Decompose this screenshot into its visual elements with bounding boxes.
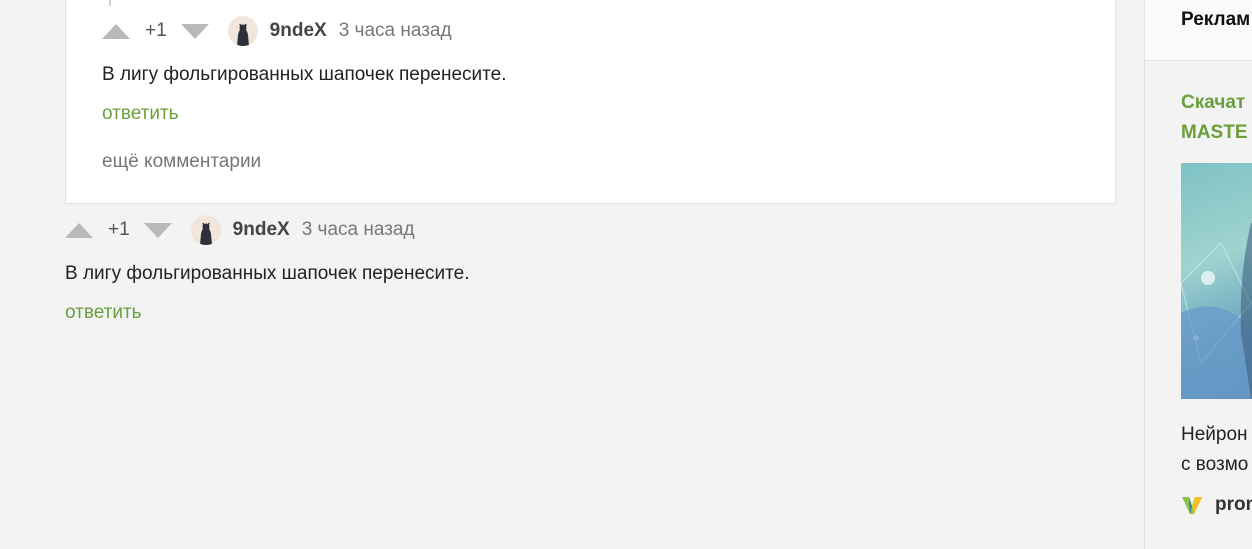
comment-meta: +1 9ndeX 3 часа назад (65, 214, 415, 246)
ad-description: Нейрон с возмо (1181, 420, 1248, 480)
comment-time[interactable]: 3 часа назад (302, 219, 415, 241)
brand-logo-icon (1182, 497, 1202, 514)
reply-link[interactable]: ответить (102, 103, 179, 125)
comment-rating: +1 (145, 20, 167, 41)
comment-author[interactable]: 9ndeX (233, 219, 290, 241)
thread-line (109, 0, 111, 6)
comment-rating: +1 (108, 219, 130, 240)
ad-title-line: Скачат (1181, 92, 1246, 113)
comment-author[interactable]: 9ndeX (270, 20, 327, 42)
upvote-icon[interactable] (65, 222, 93, 238)
avatar[interactable] (227, 16, 258, 46)
sidebar: Реклам Скачат MASTE Нейрон с возмо prom (1144, 0, 1252, 549)
comment-text: В лигу фольгированных шапочек перенесите… (65, 263, 470, 284)
ad-header: Реклам (1145, 0, 1252, 61)
comment-meta: +1 9ndeX 3 часа назад (102, 15, 452, 47)
ad-header-title: Реклам (1181, 9, 1251, 30)
ad-desc-line: Нейрон (1181, 424, 1248, 445)
ad-title[interactable]: Скачат MASTE (1181, 88, 1248, 148)
avatar[interactable] (190, 215, 221, 245)
comment-time[interactable]: 3 часа назад (339, 20, 452, 42)
ad-title-line: MASTE (1181, 122, 1248, 143)
comment-text: В лигу фольгированных шапочек перенесите… (102, 64, 507, 85)
downvote-icon[interactable] (180, 23, 209, 39)
more-comments-link[interactable]: ещё комментарии (102, 151, 261, 173)
ad-desc-line: с возмо (1181, 454, 1249, 475)
reply-link[interactable]: ответить (65, 302, 142, 324)
upvote-icon[interactable] (102, 23, 130, 39)
downvote-icon[interactable] (143, 222, 172, 238)
ad-image[interactable] (1181, 163, 1252, 399)
ad-brand[interactable]: prom (1181, 494, 1252, 516)
ad-brand-name: prom (1215, 494, 1252, 515)
